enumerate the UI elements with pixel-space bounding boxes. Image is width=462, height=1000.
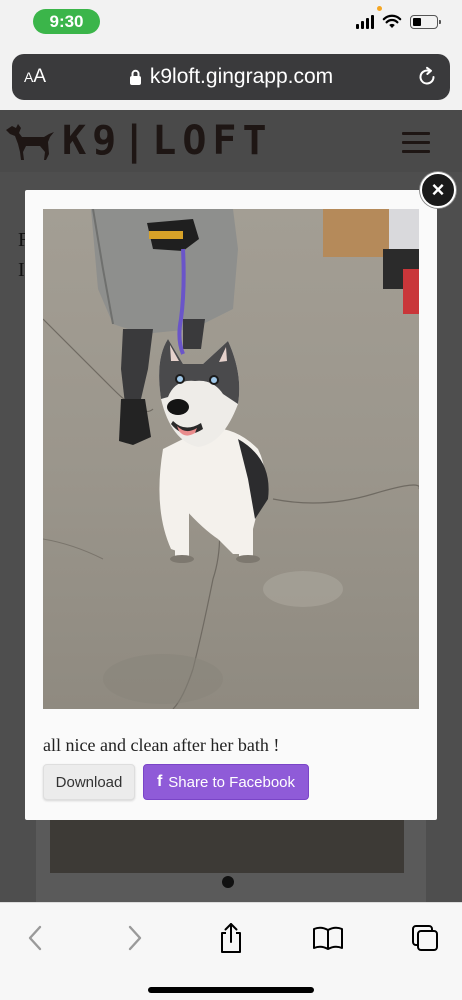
home-indicator <box>148 987 314 993</box>
photo-caption: all nice and clean after her bath ! <box>43 735 280 755</box>
hamburger-icon[interactable] <box>402 132 430 159</box>
dog-logo-icon <box>6 124 54 160</box>
bookmarks-icon[interactable] <box>311 921 345 955</box>
share-to-facebook-button[interactable]: f Share to Facebook <box>143 764 309 800</box>
address-bar[interactable]: AA k9loft.gingrapp.com <box>12 54 450 100</box>
share-label: Share to Facebook <box>168 773 296 791</box>
site-header: K9|LOFT <box>0 110 462 172</box>
share-icon[interactable] <box>214 921 248 955</box>
site-logo[interactable]: K9|LOFT <box>4 118 273 164</box>
battery-icon <box>410 14 441 29</box>
privacy-indicator-dot <box>377 6 382 11</box>
reload-icon[interactable] <box>416 66 438 88</box>
status-bar: 9:30 <box>0 0 462 46</box>
forward-icon[interactable] <box>118 921 152 955</box>
lock-icon <box>129 69 141 85</box>
wifi-icon <box>382 14 402 28</box>
close-icon[interactable]: × <box>420 172 456 208</box>
url-display[interactable]: k9loft.gingrapp.com <box>12 65 450 89</box>
carousel-dot[interactable] <box>222 876 234 888</box>
background-photo <box>50 820 404 873</box>
logo-text: K9|LOFT <box>62 118 273 164</box>
pet-photo <box>43 209 419 709</box>
download-button[interactable]: Download <box>43 764 135 800</box>
photo-modal: all nice and clean after her bath ! Down… <box>25 190 437 820</box>
facebook-icon: f <box>156 773 163 790</box>
browser-chrome: AA k9loft.gingrapp.com <box>0 46 462 110</box>
url-text: k9loft.gingrapp.com <box>149 65 334 88</box>
browser-toolbar <box>0 902 462 1000</box>
signal-icon <box>356 14 374 29</box>
status-icons <box>356 14 441 29</box>
status-time: 9:30 <box>33 9 100 34</box>
tabs-icon[interactable] <box>408 921 442 955</box>
husky-photo-illustration <box>43 209 419 709</box>
back-icon[interactable] <box>18 921 52 955</box>
